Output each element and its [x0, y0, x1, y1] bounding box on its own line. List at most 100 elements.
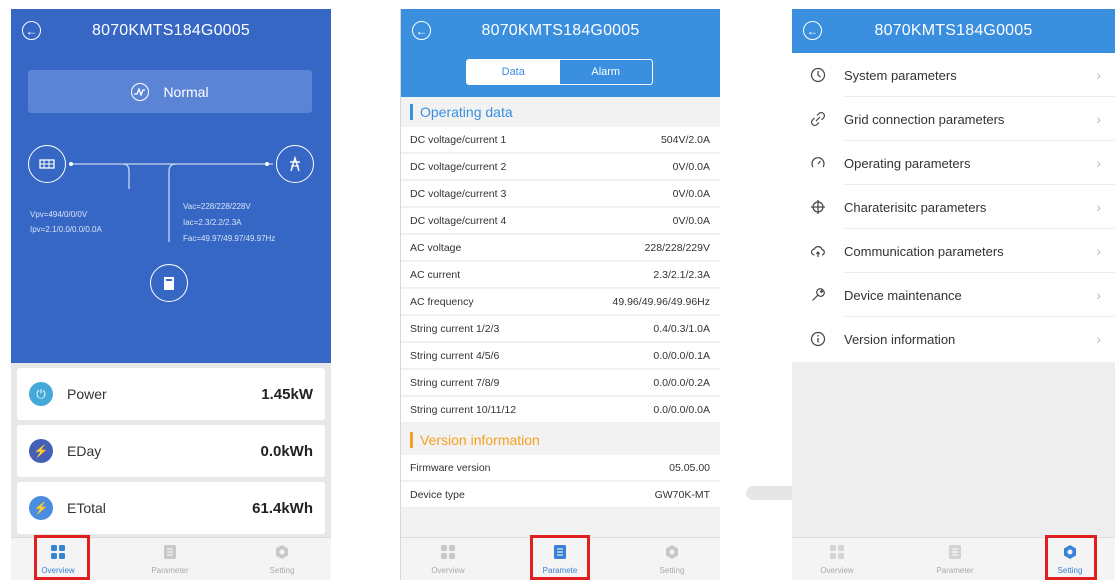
gear-icon — [276, 545, 288, 559]
info-icon — [809, 330, 827, 348]
bolt-icon: ⚡ — [29, 439, 53, 463]
power-value: 1.45kW — [261, 385, 313, 403]
param-label: DC voltage/current 1 — [410, 133, 507, 146]
highlight-box — [34, 535, 90, 580]
header: ← 8070KMTS184G0005 — [11, 9, 331, 53]
settings-item-label: Version information — [844, 331, 956, 347]
param-label: Firmware version — [410, 461, 491, 474]
tab-parameter-label: Parameter — [151, 566, 189, 575]
param-value: 0V/0.0A — [672, 187, 710, 200]
pv-current: Ipv=2.1/0.0/0.0/0.0A — [30, 225, 102, 234]
param-value: 0.0/0.0/0.1A — [653, 349, 710, 362]
chevron-right-icon: › — [1096, 243, 1101, 259]
param-label: DC voltage/current 2 — [410, 160, 507, 173]
power-icon: ⏻ — [29, 382, 53, 406]
crosshair-icon — [809, 198, 827, 216]
tab-parameter[interactable]: Parameter — [135, 544, 205, 575]
link-icon — [809, 110, 827, 128]
param-value: 504V/2.0A — [660, 133, 710, 146]
power-card: ⏻ Power 1.45kW — [17, 368, 325, 420]
tab-setting[interactable]: Setting — [637, 544, 707, 575]
highlight-box — [1045, 535, 1097, 580]
settings-item-label: Charaterisitc parameters — [844, 199, 987, 215]
settings-item[interactable]: System parameters › — [792, 53, 1115, 97]
grid-icon — [830, 545, 844, 559]
param-label: AC voltage — [410, 241, 462, 254]
tab-overview-label: Overview — [431, 566, 465, 575]
param-value: 0.4/0.3/1.0A — [653, 322, 710, 335]
status-text: Normal — [163, 83, 209, 100]
bolt-icon: ⚡ — [29, 496, 53, 520]
chevron-right-icon: › — [1096, 331, 1101, 347]
param-value: 49.96/49.96/49.96Hz — [612, 295, 711, 308]
grid-icon — [441, 545, 455, 559]
chevron-right-icon: › — [1096, 111, 1101, 127]
settings-item[interactable]: Device maintenance › — [792, 273, 1115, 317]
param-value: 0V/0.0A — [672, 214, 710, 227]
gauge-icon — [809, 154, 827, 172]
tab-setting-label: Setting — [659, 566, 685, 575]
ac-frequency: Fac=49.97/49.97/49.97Hz — [183, 234, 276, 243]
setting-screen: ← 8070KMTS184G0005 System parameters › Gri… — [792, 9, 1115, 580]
settings-item-label: Grid connection parameters — [844, 111, 1005, 127]
segment-data[interactable]: Data — [467, 60, 560, 84]
param-label: DC voltage/current 4 — [410, 214, 507, 227]
tab-parameter[interactable]: Parameter — [920, 544, 990, 575]
settings-item[interactable]: Communication parameters › — [792, 229, 1115, 273]
tab-overview[interactable]: Overview — [413, 544, 483, 575]
grid-tower-icon — [276, 145, 314, 183]
tab-overview-label: Overview — [820, 566, 854, 575]
chevron-right-icon: › — [1096, 287, 1101, 303]
settings-item-label: Device maintenance — [844, 287, 962, 303]
etotal-value: 61.4kWh — [252, 499, 313, 517]
status-banner: Normal — [28, 70, 312, 113]
settings-item[interactable]: Version information › — [792, 317, 1115, 361]
list-icon — [164, 545, 176, 559]
param-row: Device type GW70K-MT — [401, 482, 720, 508]
param-label: String current 10/11/12 — [410, 403, 517, 416]
param-label: String current 1/2/3 — [410, 322, 500, 335]
param-value: 0V/0.0A — [672, 160, 710, 173]
wave-icon — [131, 82, 150, 101]
settings-item-label: System parameters — [844, 67, 957, 83]
param-label: AC current — [410, 268, 461, 281]
param-row: String current 1/2/3 0.4/0.3/1.0A — [401, 316, 720, 342]
settings-item[interactable]: Operating parameters › — [792, 141, 1115, 185]
param-row: AC current 2.3/2.1/2.3A — [401, 262, 720, 288]
settings-item[interactable]: Charaterisitc parameters › — [792, 185, 1115, 229]
param-row: Firmware version 05.05.00 — [401, 455, 720, 481]
header: ← 8070KMTS184G0005 — [792, 9, 1115, 53]
tab-setting[interactable]: Setting — [247, 544, 317, 575]
version-header: Version information — [401, 426, 720, 454]
device-title: 8070KMTS184G0005 — [92, 22, 250, 39]
param-row: String current 10/11/12 0.0/0.0/0.0A — [401, 397, 720, 423]
settings-item[interactable]: Grid connection parameters › — [792, 97, 1115, 141]
pager-indicator — [746, 486, 798, 500]
tab-setting-label: Setting — [269, 566, 295, 575]
gear-icon — [666, 545, 678, 559]
operating-data-title: Operating data — [420, 104, 513, 120]
operating-data-header: Operating data — [401, 98, 720, 126]
segment-alarm[interactable]: Alarm — [560, 60, 653, 84]
param-row: DC voltage/current 1 504V/2.0A — [401, 127, 720, 153]
tab-overview[interactable]: Overview — [802, 544, 872, 575]
eday-card: ⚡ EDay 0.0kWh — [17, 425, 325, 477]
param-row: DC voltage/current 3 0V/0.0A — [401, 181, 720, 207]
inverter-icon — [150, 264, 188, 302]
device-title: 8070KMTS184G0005 — [481, 22, 640, 39]
param-value: 05.05.00 — [669, 461, 710, 474]
param-value: GW70K-MT — [654, 488, 710, 501]
overview-screen: ← 8070KMTS184G0005 Normal Vpv=494/0/0/0V… — [11, 9, 331, 580]
param-row: AC frequency 49.96/49.96/49.96Hz — [401, 289, 720, 315]
ac-current: Iac=2.3/2.2/2.3A — [183, 218, 242, 227]
header: ← 8070KMTS184G0005 — [401, 9, 720, 53]
pv-voltage: Vpv=494/0/0/0V — [30, 210, 88, 219]
energy-flow-diagram: Vpv=494/0/0/0V Ipv=2.1/0.0/0.0/0.0A Vac=… — [11, 129, 331, 329]
power-label: Power — [67, 386, 107, 402]
wrench-icon — [809, 286, 827, 304]
settings-item-label: Operating parameters — [844, 155, 971, 171]
param-row: DC voltage/current 2 0V/0.0A — [401, 154, 720, 180]
param-row: DC voltage/current 4 0V/0.0A — [401, 208, 720, 234]
section-bar — [410, 104, 413, 120]
param-value: 0.0/0.0/0.0A — [653, 403, 710, 416]
